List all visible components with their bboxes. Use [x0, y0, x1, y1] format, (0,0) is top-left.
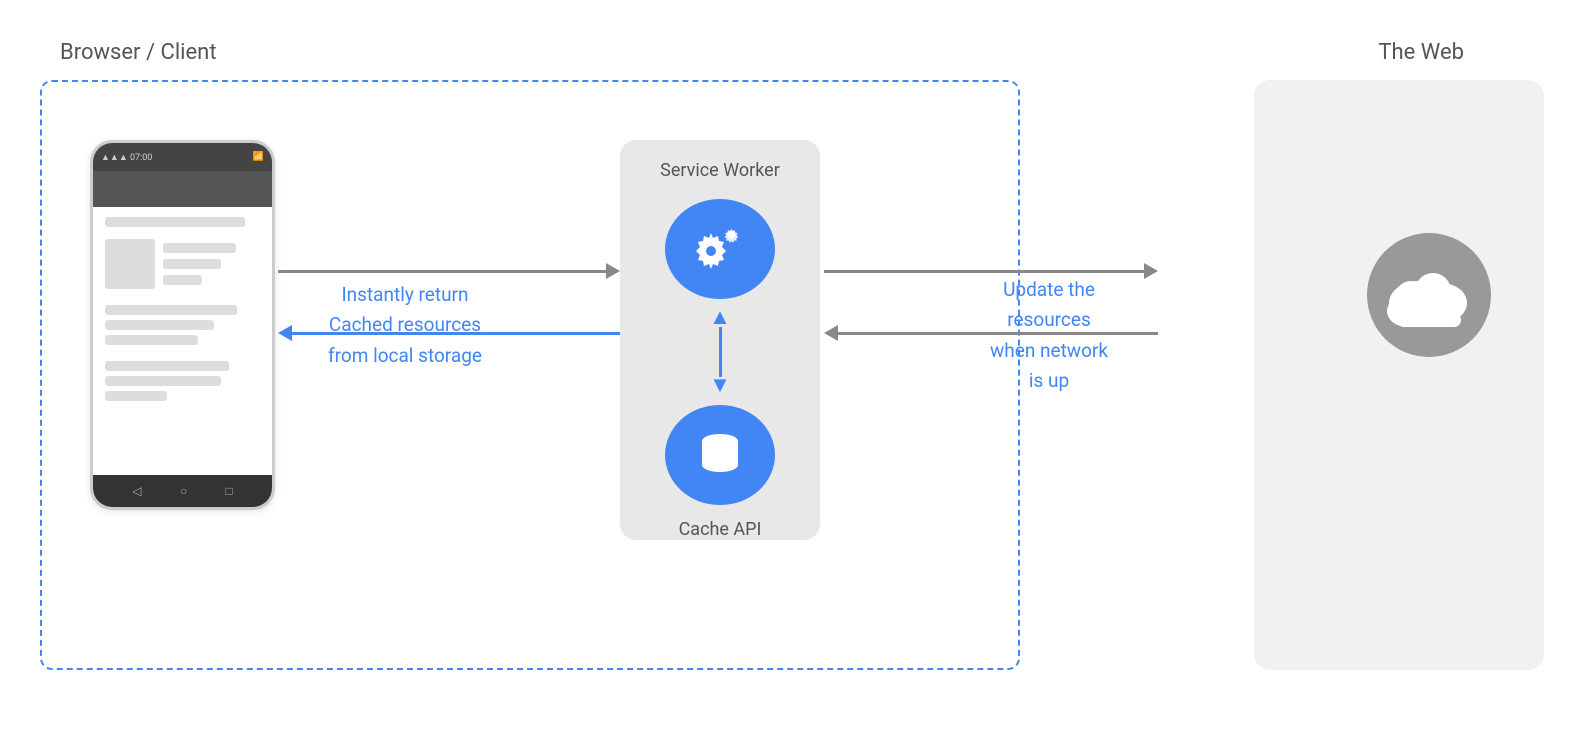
cloud-container: [1354, 220, 1504, 360]
cached-resources-label: Instantly return Cached resources from l…: [328, 280, 482, 371]
browser-client-label: Browser / Client: [60, 40, 217, 65]
phone-line-b: [163, 259, 221, 269]
service-worker-label: Service Worker: [660, 160, 780, 181]
phone-block-lines: [163, 239, 260, 289]
gear-circle: [665, 199, 775, 299]
vertical-double-arrow: ▲ ▼: [709, 309, 731, 394]
cached-resources-text: Cached resources: [328, 310, 482, 340]
diagram-container: Browser / Client The Web ▲▲▲ 07:00 📶: [0, 0, 1584, 730]
phone-app-bar: [93, 171, 272, 207]
update-resources-label: Update the resources when network is up: [990, 275, 1108, 397]
update-the-text: Update the: [990, 275, 1108, 305]
phone-group-line3: [105, 335, 198, 345]
gear-icon: [685, 214, 755, 284]
the-web-box: [1254, 80, 1544, 670]
phone-group-line6: [105, 391, 167, 401]
phone-group-line2: [105, 320, 214, 330]
from-local-storage-text: from local storage: [328, 341, 482, 371]
phone-content: [93, 207, 272, 411]
phone-mockup: ▲▲▲ 07:00 📶: [90, 140, 275, 510]
phone-line-c: [163, 275, 202, 285]
phone-group-line1: [105, 305, 237, 315]
instantly-return-text: Instantly return: [328, 280, 482, 310]
phone-nav-back: ◁: [132, 484, 141, 498]
the-web-label: The Web: [1378, 40, 1464, 65]
cloud-icon: [1354, 220, 1504, 360]
phone-nav-recent: □: [226, 484, 233, 498]
cache-api-label: Cache API: [679, 519, 762, 540]
is-up-text: is up: [990, 366, 1108, 396]
phone-group-line5: [105, 376, 221, 386]
phone-line-a: [163, 243, 236, 253]
arrow-phone-to-sw: [278, 263, 620, 279]
phone-block-square: [105, 239, 155, 289]
phone-top-bar: ▲▲▲ 07:00 📶: [93, 143, 272, 171]
phone-content-block1: [105, 239, 260, 289]
cache-api-circle: [665, 405, 775, 505]
phone-group-line4: [105, 361, 229, 371]
phone-content-line1: [105, 217, 245, 227]
phone-bottom-bar: ◁ ○ □: [93, 475, 272, 507]
resources-text: resources: [990, 305, 1108, 335]
phone-lines-group: [105, 305, 260, 401]
phone-nav-home: ○: [180, 484, 187, 498]
service-worker-box: Service Worker ▲ ▼: [620, 140, 820, 540]
when-network-text: when network: [990, 336, 1108, 366]
database-icon: [690, 425, 750, 485]
